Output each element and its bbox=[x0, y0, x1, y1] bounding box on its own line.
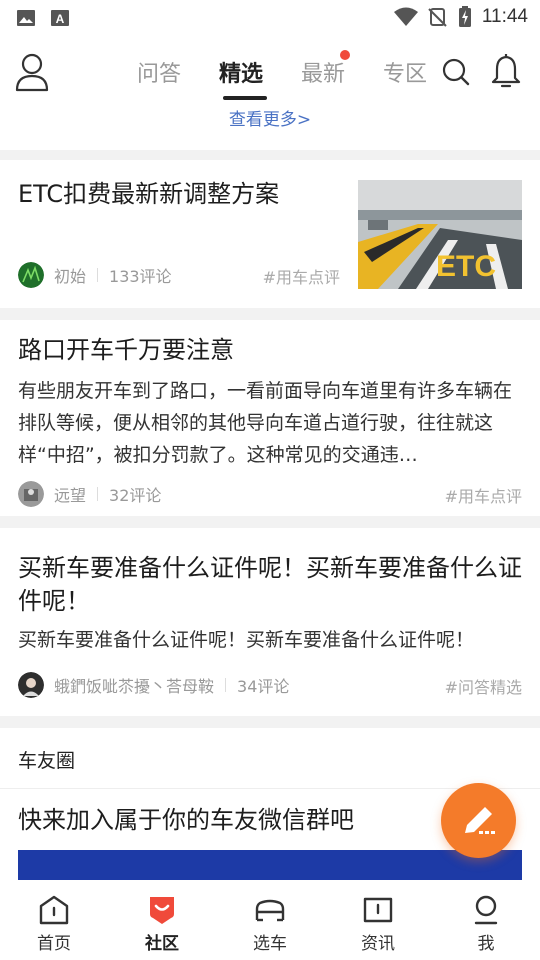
topic-tag[interactable]: #用车点评 bbox=[445, 483, 522, 507]
post-thumbnail: ETC bbox=[358, 180, 522, 289]
user-icon[interactable] bbox=[14, 52, 50, 92]
post-summary: 买新车要准备什么证件呢！买新车要准备什么证件呢！ bbox=[18, 629, 475, 651]
status-bar: A 11:44 bbox=[0, 0, 540, 38]
nav-label: 社区 bbox=[145, 934, 179, 954]
avatar bbox=[18, 262, 44, 288]
tab-qa[interactable]: 问答 bbox=[118, 56, 200, 88]
tab-zone[interactable]: 专区 bbox=[364, 56, 446, 88]
news-icon bbox=[363, 897, 393, 923]
nav-label: 首页 bbox=[37, 934, 71, 954]
comment-count: 133评论 bbox=[109, 267, 172, 286]
nav-label: 我 bbox=[477, 934, 495, 954]
image-icon bbox=[17, 10, 35, 26]
avatar bbox=[18, 481, 44, 507]
comment-count: 34评论 bbox=[237, 677, 290, 696]
post-card[interactable]: 路口开车千万要注意 有些朋友开车到了路口，一看前面导向车道里有许多车辆在排队等候… bbox=[0, 320, 540, 516]
top-nav: 问答 精选 最新 专区 bbox=[0, 38, 540, 108]
tab-featured[interactable]: 精选 bbox=[200, 56, 282, 100]
author-name: 蛾鍆饭呲苶擾丶荅母鞍 bbox=[54, 677, 215, 696]
meta-divider bbox=[97, 268, 99, 282]
section-label: 车友圈 bbox=[18, 750, 76, 772]
edit-icon bbox=[465, 807, 495, 834]
post-meta: 初始 133评论 bbox=[18, 261, 172, 289]
post-meta: 远望 32评论 bbox=[18, 480, 161, 508]
avatar bbox=[18, 672, 44, 698]
bottom-nav: 首页 社区 选车 资讯 我 bbox=[0, 880, 540, 960]
topic-tag[interactable]: #用车点评 bbox=[263, 264, 340, 288]
thumbnail-etc-text: ETC bbox=[436, 250, 496, 283]
meta-divider bbox=[225, 678, 227, 692]
community-icon bbox=[150, 897, 174, 924]
tab-bar: 问答 精选 最新 专区 bbox=[118, 50, 446, 100]
post-meta: 蛾鍆饭呲苶擾丶荅母鞍 34评论 bbox=[18, 671, 289, 699]
post-title: 路口开车千万要注意 bbox=[18, 336, 234, 364]
see-more-row: 查看更多> bbox=[0, 108, 540, 150]
nav-label: 资讯 bbox=[361, 934, 395, 954]
meta-divider bbox=[97, 487, 99, 501]
group-invite-title[interactable]: 快来加入属于你的车友微信群吧 bbox=[18, 804, 354, 837]
new-dot bbox=[340, 50, 350, 60]
no-signal-icon bbox=[428, 8, 447, 27]
nav-car-select[interactable]: 选车 bbox=[216, 880, 324, 960]
post-summary: 有些朋友开车到了路口，一看前面导向车道里有许多车辆在排队等候，便从相邻的其他导向… bbox=[18, 380, 513, 466]
wifi-icon bbox=[393, 7, 418, 26]
home-icon bbox=[39, 895, 69, 925]
svg-text:A: A bbox=[56, 12, 65, 26]
profile-icon bbox=[474, 895, 498, 925]
post-title: 买新车要准备什么证件呢！买新车要准备什么证件呢！ bbox=[18, 554, 522, 615]
nav-news[interactable]: 资讯 bbox=[324, 880, 432, 960]
nav-home[interactable]: 首页 bbox=[0, 880, 108, 960]
a-icon: A bbox=[51, 10, 69, 26]
post-title: ETC扣费最新新调整方案 bbox=[18, 180, 280, 208]
author-name: 初始 bbox=[54, 267, 87, 286]
compose-button[interactable] bbox=[441, 783, 516, 858]
nav-profile[interactable]: 我 bbox=[432, 880, 540, 960]
clock: 11:44 bbox=[481, 6, 528, 27]
tab-latest[interactable]: 最新 bbox=[282, 50, 364, 88]
car-icon bbox=[255, 899, 285, 922]
bell-icon[interactable] bbox=[490, 54, 522, 88]
battery-charging-icon bbox=[458, 6, 471, 27]
post-card[interactable]: ETC扣费最新新调整方案 初始 133评论 #用车点评 ETC bbox=[0, 160, 540, 308]
comment-count: 32评论 bbox=[109, 486, 162, 505]
post-card[interactable]: 买新车要准备什么证件呢！买新车要准备什么证件呢！ 买新车要准备什么证件呢！买新车… bbox=[0, 528, 540, 716]
nav-label: 选车 bbox=[253, 934, 287, 954]
nav-community[interactable]: 社区 bbox=[108, 880, 216, 960]
search-icon[interactable] bbox=[442, 58, 470, 86]
author-name: 远望 bbox=[54, 486, 87, 505]
topic-tag[interactable]: #问答精选 bbox=[445, 674, 522, 698]
see-more-link[interactable]: 查看更多> bbox=[229, 110, 311, 130]
